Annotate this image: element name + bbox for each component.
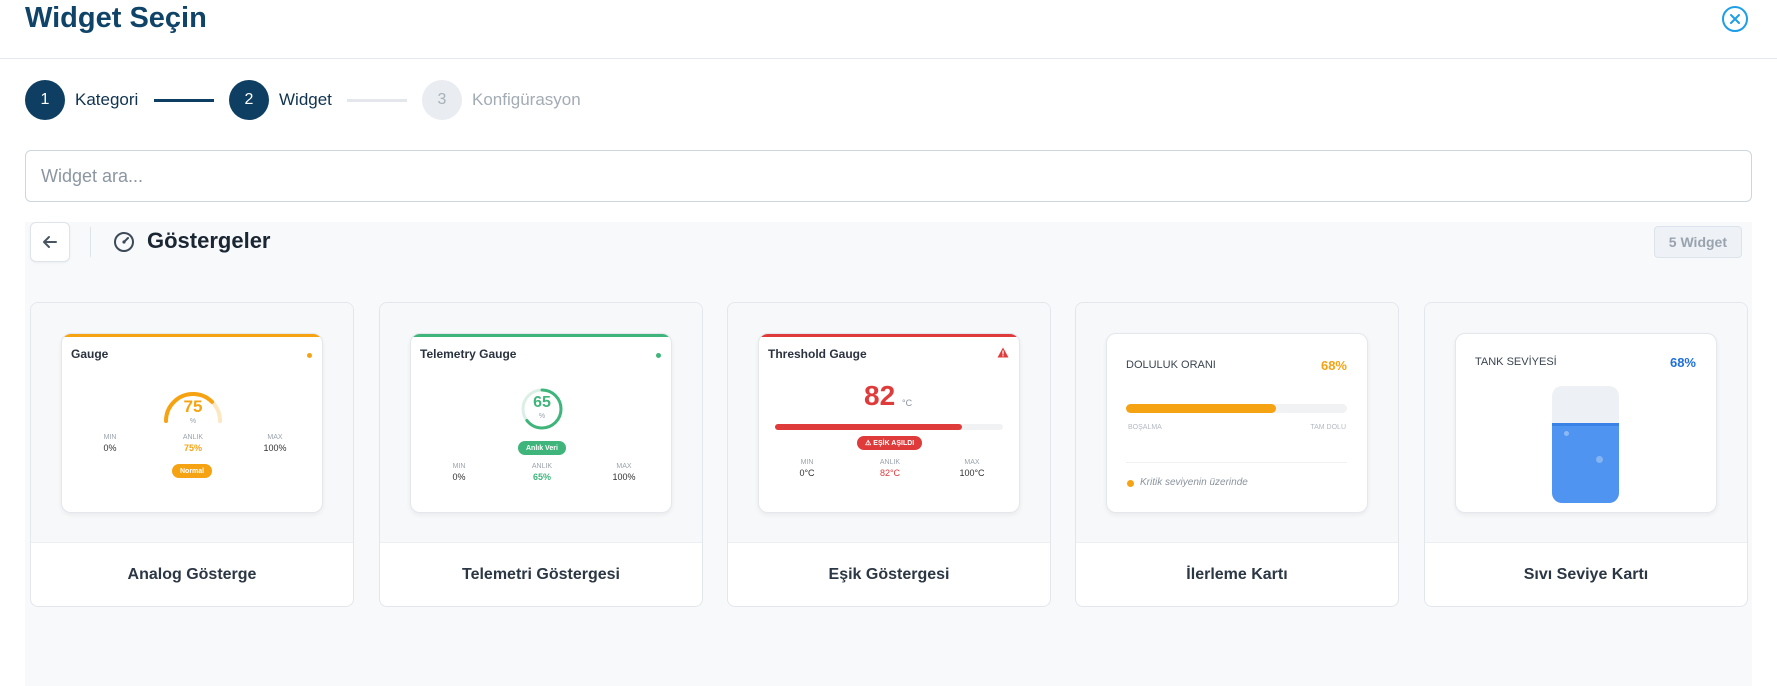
accent-bar bbox=[759, 334, 1019, 337]
widget-count-badge: 5 Widget bbox=[1653, 226, 1742, 258]
arrow-left-icon bbox=[43, 236, 57, 248]
status-dot bbox=[307, 353, 312, 358]
progress-note: Kritik seviyenin üzerinde bbox=[1140, 477, 1248, 488]
tank-title: TANK SEVİYESİ bbox=[1475, 356, 1557, 368]
close-button[interactable] bbox=[1722, 6, 1748, 32]
status-dot bbox=[656, 353, 661, 358]
preview-title: Threshold Gauge bbox=[768, 347, 867, 361]
accent-bar bbox=[62, 334, 322, 337]
widget-name: Sıvı Seviye Kartı bbox=[1523, 566, 1649, 583]
category-title: Göstergeler bbox=[147, 228, 271, 253]
warning-icon: ⚠ bbox=[865, 440, 872, 447]
threshold-track bbox=[775, 424, 1003, 430]
tank-value: 68% bbox=[1669, 355, 1696, 370]
gauge-unit: % bbox=[538, 413, 546, 420]
gauge-value: 65 bbox=[533, 394, 551, 411]
max-stat: MAX 100% bbox=[612, 463, 636, 482]
max-stat: MAX 100°C bbox=[959, 459, 985, 478]
step-connector-2 bbox=[347, 99, 407, 102]
min-stat: MIN 0% bbox=[452, 463, 466, 482]
step-3-label[interactable]: Konfigürasyon bbox=[472, 90, 581, 110]
widget-preview: Gauge 75 % MIN 0% ANLIK 75% MAX 100% Normal bbox=[31, 303, 353, 543]
step-connector-1 bbox=[154, 99, 214, 102]
gauge-value: 75 bbox=[183, 397, 203, 416]
progress-fill bbox=[1126, 404, 1277, 413]
now-stat: ANLIK 82°C bbox=[879, 459, 901, 478]
widget-card-progress[interactable]: DOLULUK ORANI 68% BOŞALMA TAM DOLU Kriti… bbox=[1075, 302, 1399, 607]
widget-name: Analog Gösterge bbox=[127, 566, 257, 583]
widget-name: İlerleme Kartı bbox=[1186, 566, 1288, 583]
threshold-alert-pill: ⚠ EŞİK AŞILDI bbox=[857, 436, 923, 450]
widget-panel: Göstergeler 5 Widget Gauge 75 % MIN 0% AN… bbox=[25, 222, 1752, 686]
now-stat: ANLIK 65% bbox=[531, 463, 553, 482]
widget-preview: Telemetry Gauge 65 % Anlık Veri MIN 0% AN… bbox=[380, 303, 702, 543]
progress-max-label: TAM DOLU bbox=[1310, 424, 1346, 431]
step-1-label[interactable]: Kategori bbox=[75, 90, 138, 110]
live-data-pill: Anlık Veri bbox=[518, 441, 566, 455]
widget-card-threshold-gauge[interactable]: Threshold Gauge 82 °C ⚠ EŞİK AŞILDI MIN 0°… bbox=[727, 302, 1051, 607]
progress-min-label: BOŞALMA bbox=[1128, 424, 1162, 431]
widget-preview: Threshold Gauge 82 °C ⚠ EŞİK AŞILDI MIN 0°… bbox=[728, 303, 1050, 543]
widget-preview: TANK SEVİYESİ 68% bbox=[1425, 303, 1747, 543]
step-2-circle[interactable]: 2 bbox=[229, 80, 269, 120]
modal-header: Widget Seçin bbox=[0, 0, 1777, 59]
threshold-preview-card: Threshold Gauge 82 °C ⚠ EŞİK AŞILDI MIN 0°… bbox=[758, 333, 1020, 513]
back-button[interactable] bbox=[30, 222, 70, 262]
status-pill: Normal bbox=[172, 464, 213, 478]
warning-icon bbox=[997, 347, 1009, 358]
progress-title: DOLULUK ORANI bbox=[1126, 359, 1216, 371]
telemetry-preview-card: Telemetry Gauge 65 % Anlık Veri MIN 0% AN… bbox=[410, 333, 672, 513]
widget-preview: DOLULUK ORANI 68% BOŞALMA TAM DOLU Kriti… bbox=[1076, 303, 1398, 543]
gauge-unit: % bbox=[189, 418, 197, 425]
widget-name: Eşik Göstergesi bbox=[828, 566, 950, 583]
min-stat: MIN 0°C bbox=[799, 459, 815, 478]
progress-track bbox=[1126, 404, 1347, 413]
tank-container bbox=[1552, 386, 1619, 503]
threshold-value: 82 bbox=[864, 380, 896, 411]
modal-title: Widget Seçin bbox=[25, 2, 207, 34]
widget-card-telemetry-gauge[interactable]: Telemetry Gauge 65 % Anlık Veri MIN 0% AN… bbox=[379, 302, 703, 607]
bubble bbox=[1596, 456, 1603, 464]
widget-card-liquid-level[interactable]: TANK SEVİYESİ 68% Sıvı Seviye Kartı bbox=[1424, 302, 1748, 607]
divider bbox=[1126, 462, 1347, 463]
progress-value: 68% bbox=[1320, 358, 1347, 373]
step-3-circle[interactable]: 3 bbox=[422, 80, 462, 120]
widget-search-input[interactable] bbox=[25, 150, 1752, 202]
gauge-preview-card: Gauge 75 % MIN 0% ANLIK 75% MAX 100% Normal bbox=[61, 333, 323, 513]
bubble bbox=[1564, 431, 1569, 437]
close-circle-icon bbox=[1730, 14, 1740, 24]
threshold-unit: °C bbox=[902, 398, 913, 408]
progress-preview-card: DOLULUK ORANI 68% BOŞALMA TAM DOLU Kriti… bbox=[1106, 333, 1368, 513]
min-stat: MIN 0% bbox=[103, 434, 117, 453]
widget-name: Telemetri Göstergesi bbox=[462, 566, 620, 583]
tank-liquid bbox=[1552, 423, 1619, 503]
widget-card-analog-gauge[interactable]: Gauge 75 % MIN 0% ANLIK 75% MAX 100% Normal… bbox=[30, 302, 354, 607]
step-1-circle[interactable]: 1 bbox=[25, 80, 65, 120]
step-2-label[interactable]: Widget bbox=[279, 90, 332, 110]
preview-title: Gauge bbox=[71, 347, 109, 361]
accent-bar bbox=[411, 334, 671, 337]
now-stat: ANLIK 75% bbox=[182, 434, 204, 453]
threshold-fill bbox=[775, 424, 962, 430]
max-stat: MAX 100% bbox=[263, 434, 287, 453]
tank-preview-card: TANK SEVİYESİ 68% bbox=[1455, 333, 1717, 513]
gauge-icon bbox=[114, 232, 134, 252]
preview-title: Telemetry Gauge bbox=[420, 347, 517, 361]
divider bbox=[90, 227, 91, 257]
status-dot bbox=[1127, 480, 1134, 487]
